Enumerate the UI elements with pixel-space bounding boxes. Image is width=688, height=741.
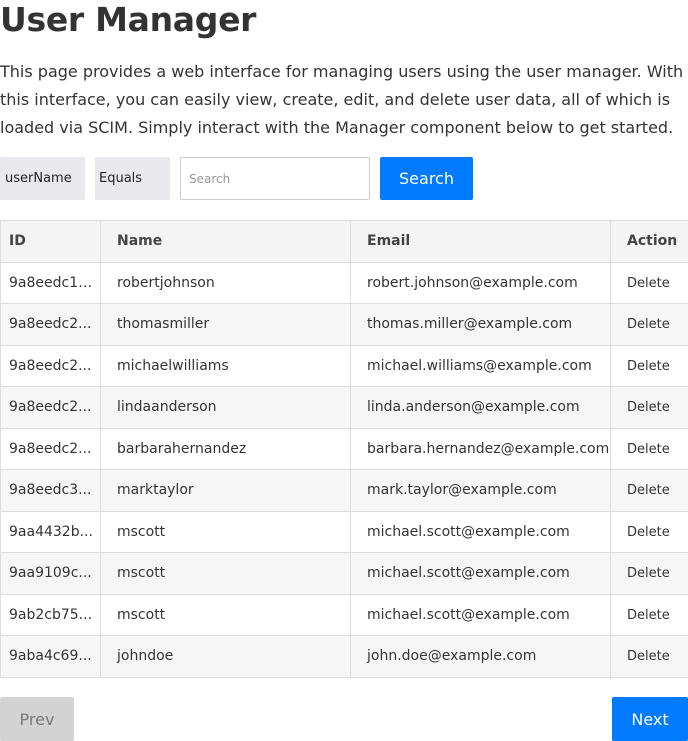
cell-action: Delete xyxy=(610,344,688,387)
cell-id: 9a8eedc1-... xyxy=(0,261,101,304)
page-title: User Manager xyxy=(0,0,257,39)
table-header-row: ID Name Email Action xyxy=(0,220,688,263)
cell-action: Delete xyxy=(610,386,688,429)
delete-button[interactable]: Delete xyxy=(627,276,670,291)
delete-button[interactable]: Delete xyxy=(627,400,670,415)
search-input[interactable] xyxy=(180,157,370,200)
cell-email: michael.scott@example.com xyxy=(350,552,611,595)
delete-button[interactable]: Delete xyxy=(627,317,670,332)
delete-button[interactable]: Delete xyxy=(627,483,670,498)
table-row: 9a8eedc1-... robertjohnson robert.johnson@… xyxy=(0,261,688,304)
cell-name: lindaanderson xyxy=(100,386,351,429)
cell-id: 9a8eedc2... xyxy=(0,303,101,346)
column-header-action: Action xyxy=(610,220,688,263)
user-table: ID Name Email Action 9a8eedc1-... robertj… xyxy=(0,220,688,678)
table-row: 9a8eedc3... marktaylor mark.taylor@example… xyxy=(0,469,688,512)
prev-button[interactable]: Prev xyxy=(0,697,74,741)
cell-name: mscott xyxy=(100,510,351,553)
table-row: 9aba4c69... johndoe john.doe@example.com De… xyxy=(0,635,688,678)
next-button[interactable]: Next xyxy=(612,697,688,741)
cell-action: Delete xyxy=(610,510,688,553)
cell-action: Delete xyxy=(610,635,688,678)
column-header-id: ID xyxy=(0,220,101,263)
table-row: 9ab2cb75... mscott michael.scott@example.c… xyxy=(0,593,688,636)
cell-action: Delete xyxy=(610,469,688,512)
cell-name: marktaylor xyxy=(100,469,351,512)
delete-button[interactable]: Delete xyxy=(627,649,670,664)
cell-id: 9a8eedc2... xyxy=(0,386,101,429)
cell-id: 9aba4c69... xyxy=(0,635,101,678)
table-row: 9a8eedc2... michaelwilliams michael.willia… xyxy=(0,344,688,387)
pagination: Prev Next xyxy=(0,697,688,741)
cell-name: johndoe xyxy=(100,635,351,678)
cell-name: barbarahernandez xyxy=(100,427,351,470)
table-body: 9a8eedc1-... robertjohnson robert.johnson@… xyxy=(0,261,688,678)
cell-name: mscott xyxy=(100,593,351,636)
cell-name: robertjohnson xyxy=(100,261,351,304)
filter-bar: userName Equals Search xyxy=(0,157,473,200)
user-table-container: ID Name Email Action 9a8eedc1-... robertj… xyxy=(0,220,688,678)
cell-email: michael.scott@example.com xyxy=(350,510,611,553)
cell-name: thomasmiller xyxy=(100,303,351,346)
cell-name: mscott xyxy=(100,552,351,595)
table-row: 9aa9109c... mscott michael.scott@example.c… xyxy=(0,552,688,595)
cell-email: barbara.hernandez@example.com xyxy=(350,427,611,470)
attribute-select[interactable]: userName xyxy=(0,157,85,200)
table-row: 9a8eedc2... barbarahernandez barbara.herna… xyxy=(0,427,688,470)
delete-button[interactable]: Delete xyxy=(627,608,670,623)
operator-select[interactable]: Equals xyxy=(95,157,170,200)
cell-id: 9ab2cb75... xyxy=(0,593,101,636)
table-row: 9a8eedc2... lindaanderson linda.anderson@e… xyxy=(0,386,688,429)
delete-button[interactable]: Delete xyxy=(627,442,670,457)
cell-action: Delete xyxy=(610,261,688,304)
cell-name: michaelwilliams xyxy=(100,344,351,387)
cell-action: Delete xyxy=(610,552,688,595)
cell-id: 9a8eedc3... xyxy=(0,469,101,512)
cell-email: mark.taylor@example.com xyxy=(350,469,611,512)
cell-id: 9aa4432b... xyxy=(0,510,101,553)
search-button[interactable]: Search xyxy=(380,157,473,200)
cell-email: thomas.miller@example.com xyxy=(350,303,611,346)
cell-action: Delete xyxy=(610,303,688,346)
delete-button[interactable]: Delete xyxy=(627,566,670,581)
cell-email: linda.anderson@example.com xyxy=(350,386,611,429)
cell-email: michael.williams@example.com xyxy=(350,344,611,387)
delete-button[interactable]: Delete xyxy=(627,525,670,540)
cell-action: Delete xyxy=(610,427,688,470)
delete-button[interactable]: Delete xyxy=(627,359,670,374)
table-row: 9aa4432b... mscott michael.scott@example.c… xyxy=(0,510,688,553)
column-header-email: Email xyxy=(350,220,611,263)
cell-id: 9a8eedc2... xyxy=(0,344,101,387)
page-intro: This page provides a web interface for m… xyxy=(0,62,684,137)
cell-email: john.doe@example.com xyxy=(350,635,611,678)
cell-action: Delete xyxy=(610,593,688,636)
table-row: 9a8eedc2... thomasmiller thomas.miller@exa… xyxy=(0,303,688,346)
column-header-name: Name xyxy=(100,220,351,263)
cell-email: robert.johnson@example.com xyxy=(350,261,611,304)
cell-id: 9a8eedc2... xyxy=(0,427,101,470)
cell-email: michael.scott@example.com xyxy=(350,593,611,636)
cell-id: 9aa9109c... xyxy=(0,552,101,595)
